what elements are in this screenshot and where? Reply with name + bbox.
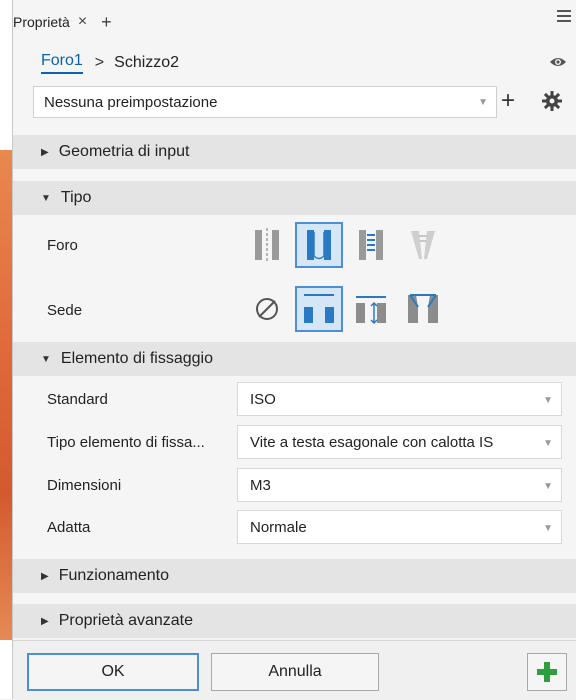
eye-icon[interactable] (549, 56, 567, 68)
section-behavior-label: Funzionamento (58, 567, 169, 584)
fit-label: Adatta (47, 519, 91, 536)
green-plus-icon (537, 662, 557, 682)
tab-properties-label: Proprietà (13, 14, 70, 30)
size-value: M3 (250, 476, 271, 494)
expand-arrow-icon: ▶ (41, 615, 49, 627)
section-fastener[interactable]: ▼ Elemento di fissaggio (13, 342, 576, 376)
spotface-button[interactable] (347, 286, 395, 332)
preset-value: Nessuna preimpostazione (44, 93, 218, 111)
standard-value: ISO (250, 390, 276, 408)
section-type-label: Tipo (60, 189, 92, 206)
section-fastener-label: Elemento di fissaggio (60, 350, 213, 367)
standard-dropdown[interactable]: ISO ▼ (237, 382, 562, 416)
clearance-hole-icon (307, 230, 331, 260)
section-input-geometry-label: Geometria di input (58, 143, 190, 160)
breadcrumb: Foro1 > Schizzo2 (41, 52, 179, 74)
taper-tapped-hole-button[interactable] (399, 222, 447, 268)
fastener-type-label: Tipo elemento di fissa... (47, 434, 205, 451)
counterbore-button[interactable] (295, 286, 343, 332)
chevron-down-icon: ▼ (543, 395, 553, 406)
size-dropdown[interactable]: M3 ▼ (237, 468, 562, 502)
tab-properties[interactable]: Proprietà × + (13, 8, 112, 36)
gear-icon[interactable] (541, 90, 563, 112)
collapse-arrow-icon: ▼ (41, 192, 51, 204)
spotface-icon (356, 296, 386, 325)
tapped-hole-icon (359, 230, 383, 260)
countersink-icon (408, 294, 438, 323)
tapped-hole-button[interactable] (347, 222, 395, 268)
seat-type-label: Sede (47, 302, 83, 319)
section-input-geometry[interactable]: ▶ Geometria di input (13, 135, 576, 169)
add-tab-icon[interactable]: + (101, 12, 112, 33)
model-viewport-fragment (0, 150, 12, 640)
counterbore-icon (304, 294, 334, 323)
section-type[interactable]: ▼ Tipo (13, 181, 576, 215)
fastener-type-dropdown[interactable]: Vite a testa esagonale con calotta IS ▼ (237, 425, 562, 459)
section-advanced-label: Proprietà avanzate (58, 612, 194, 629)
section-advanced[interactable]: ▶ Proprietà avanzate (13, 604, 576, 638)
chevron-down-icon: ▼ (543, 523, 553, 534)
apply-and-new-button[interactable] (527, 653, 567, 691)
expand-arrow-icon: ▶ (41, 570, 49, 582)
breadcrumb-item-sketch[interactable]: Schizzo2 (114, 54, 179, 72)
clearance-hole-button[interactable] (295, 222, 343, 268)
expand-arrow-icon: ▶ (41, 146, 49, 158)
standard-label: Standard (47, 391, 108, 408)
breadcrumb-item-feature[interactable]: Foro1 (41, 52, 83, 74)
chevron-down-icon: ▼ (478, 97, 488, 108)
countersink-button[interactable] (399, 286, 447, 332)
ok-button[interactable]: OK (27, 653, 199, 691)
panel-tab-bar: Proprietà × + (13, 0, 576, 36)
properties-panel: Proprietà × + Foro1 > Schizzo2 Nessuna p… (12, 0, 576, 700)
hamburger-menu-icon[interactable] (557, 10, 571, 22)
dialog-footer: OK Annulla (13, 640, 576, 700)
chevron-down-icon: ▼ (543, 438, 553, 449)
collapse-arrow-icon: ▼ (41, 353, 51, 365)
fastener-type-value: Vite a testa esagonale con calotta IS (250, 433, 494, 451)
taper-tapped-hole-icon (411, 231, 435, 259)
close-icon[interactable]: × (78, 13, 87, 31)
simple-hole-icon (255, 228, 279, 262)
size-label: Dimensioni (47, 477, 122, 494)
hole-type-label: Foro (47, 237, 78, 254)
no-seat-button[interactable] (243, 286, 291, 332)
breadcrumb-separator: > (94, 54, 105, 71)
fit-dropdown[interactable]: Normale ▼ (237, 510, 562, 544)
preset-dropdown[interactable]: Nessuna preimpostazione ▼ (33, 86, 497, 118)
chevron-down-icon: ▼ (543, 481, 553, 492)
fit-value: Normale (250, 518, 307, 536)
none-icon (256, 298, 278, 320)
cancel-button[interactable]: Annulla (211, 653, 379, 691)
simple-hole-button[interactable] (243, 222, 291, 268)
section-behavior[interactable]: ▶ Funzionamento (13, 559, 576, 593)
add-preset-button[interactable]: + (501, 86, 515, 116)
